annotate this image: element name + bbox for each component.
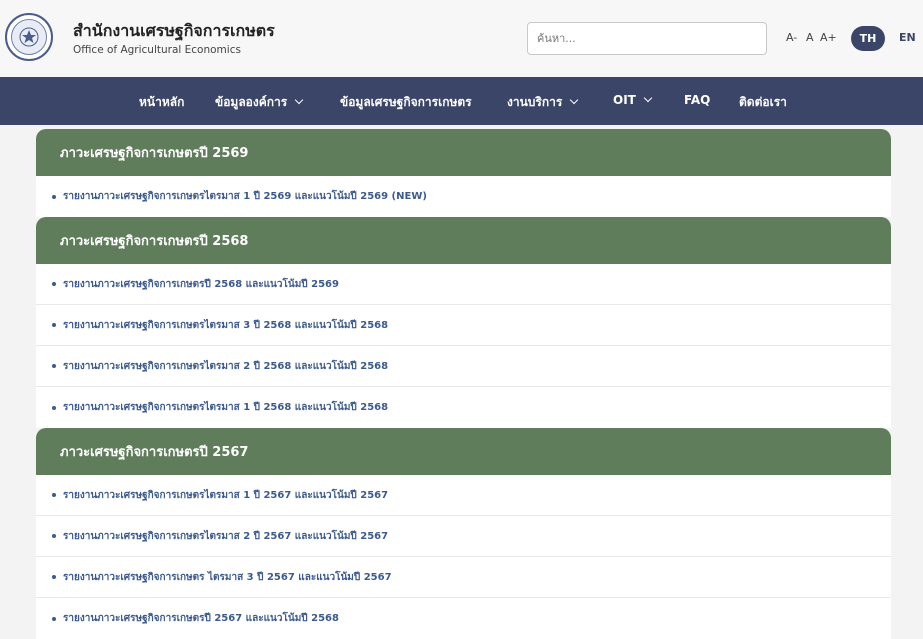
bullet-icon [52, 493, 56, 497]
main-nav: หน้าหลัก ข้อมูลองค์การ ข้อมูลเศรษฐกิจการ… [0, 77, 923, 125]
nav-item-faq[interactable]: FAQ [684, 93, 710, 107]
nav-item-services[interactable]: งานบริการ [507, 93, 579, 112]
section-list: รายงานภาวะเศรษฐกิจการเกษตรปี 2568 และแนว… [36, 264, 891, 428]
chevron-down-icon [643, 93, 653, 103]
report-link[interactable]: รายงานภาวะเศรษฐกิจการเกษตรไตรมาส 2 ปี 25… [36, 346, 891, 387]
bullet-icon [52, 323, 56, 327]
report-link-text: รายงานภาวะเศรษฐกิจการเกษตรไตรมาส 3 ปี 25… [63, 319, 389, 331]
report-link[interactable]: รายงานภาวะเศรษฐกิจการเกษตรไตรมาส 1 ปี 25… [36, 387, 891, 428]
report-link[interactable]: รายงานภาวะเศรษฐกิจการเกษตรปี 2568 และแนว… [36, 264, 891, 305]
nav-item-agri-economics-data[interactable]: ข้อมูลเศรษฐกิจการเกษตร [340, 93, 472, 112]
report-link-text: รายงานภาวะเศรษฐกิจการเกษตร ไตรมาส 3 ปี 2… [63, 571, 392, 583]
nav-item-oit[interactable]: OIT [613, 93, 653, 107]
font-increase-button[interactable]: A+ [820, 31, 837, 44]
nav-item-label: หน้าหลัก [139, 95, 185, 109]
search-box[interactable] [527, 22, 767, 55]
section-title[interactable]: ภาวะเศรษฐกิจการเกษตรปี 2567 [36, 428, 891, 475]
oae-seal-icon[interactable] [5, 13, 53, 61]
nav-item-home[interactable]: หน้าหลัก [139, 93, 184, 112]
site-header: สำนักงานเศรษฐกิจการเกษตร Office of Agric… [0, 0, 923, 77]
report-link-text: รายงานภาวะเศรษฐกิจการเกษตรไตรมาส 1 ปี 25… [63, 191, 427, 202]
section-title[interactable]: ภาวะเศรษฐกิจการเกษตรปี 2569 [36, 129, 891, 176]
section-2568: ภาวะเศรษฐกิจการเกษตรปี 2568 รายงานภาวะเศ… [36, 217, 891, 428]
report-link[interactable]: รายงานภาวะเศรษฐกิจการเกษตรปี 2567 และแนว… [36, 598, 891, 639]
report-link-text: รายงานภาวะเศรษฐกิจการเกษตรปี 2568 และแนว… [63, 278, 339, 290]
section-2569: ภาวะเศรษฐกิจการเกษตรปี 2569 รายงานภาวะเศ… [36, 129, 891, 217]
lang-en-button[interactable]: EN [899, 31, 916, 44]
bullet-icon [52, 616, 56, 621]
seal-emblem-icon [19, 27, 39, 47]
section-list: รายงานภาวะเศรษฐกิจการเกษตรไตรมาส 1 ปี 25… [36, 475, 891, 639]
nav-item-label: ติดต่อเรา [739, 95, 787, 109]
nav-item-label: ข้อมูลองค์การ [215, 95, 288, 109]
report-link-text: รายงานภาวะเศรษฐกิจการเกษตรไตรมาส 2 ปี 25… [63, 360, 389, 372]
report-link-text: รายงานภาวะเศรษฐกิจการเกษตรไตรมาส 1 ปี 25… [63, 489, 389, 501]
chevron-down-icon [570, 95, 579, 105]
nav-item-organization[interactable]: ข้อมูลองค์การ [215, 93, 304, 112]
org-name-english[interactable]: Office of Agricultural Economics [73, 44, 241, 56]
nav-item-label: FAQ [684, 93, 711, 107]
nav-item-label: OIT [613, 93, 636, 107]
report-link[interactable]: รายงานภาวะเศรษฐกิจการเกษตรไตรมาส 1 ปี 25… [36, 475, 891, 516]
section-title[interactable]: ภาวะเศรษฐกิจการเกษตรปี 2568 [36, 217, 891, 264]
bullet-icon [52, 194, 56, 199]
search-input[interactable] [537, 32, 757, 45]
bullet-icon [52, 282, 56, 286]
bullet-icon [52, 364, 56, 368]
nav-item-label: งานบริการ [507, 95, 563, 109]
report-link-text: รายงานภาวะเศรษฐกิจการเกษตรไตรมาส 2 ปี 25… [63, 530, 389, 542]
bullet-icon [52, 534, 56, 538]
section-list: รายงานภาวะเศรษฐกิจการเกษตรไตรมาส 1 ปี 25… [36, 176, 891, 217]
report-link[interactable]: รายงานภาวะเศรษฐกิจการเกษตรไตรมาส 2 ปี 25… [36, 516, 891, 557]
report-link[interactable]: รายงานภาวะเศรษฐกิจการเกษตร ไตรมาส 3 ปี 2… [36, 557, 891, 598]
report-link[interactable]: รายงานภาวะเศรษฐกิจการเกษตรไตรมาส 3 ปี 25… [36, 305, 891, 346]
font-decrease-button[interactable]: A- [786, 31, 797, 44]
lang-th-button[interactable]: TH [851, 26, 885, 51]
report-link[interactable]: รายงานภาวะเศรษฐกิจการเกษตรไตรมาส 1 ปี 25… [36, 176, 891, 217]
nav-item-label: ข้อมูลเศรษฐกิจการเกษตร [340, 95, 472, 109]
font-normal-button[interactable]: A [806, 31, 814, 44]
bullet-icon [52, 575, 56, 579]
seal-inner [11, 19, 47, 55]
section-2567: ภาวะเศรษฐกิจการเกษตรปี 2567 รายงานภาวะเศ… [36, 428, 891, 639]
nav-item-contact[interactable]: ติดต่อเรา [739, 93, 787, 112]
chevron-down-icon [294, 95, 304, 105]
org-name-thai[interactable]: สำนักงานเศรษฐกิจการเกษตร [73, 19, 275, 44]
bullet-icon [52, 405, 56, 410]
report-link-text: รายงานภาวะเศรษฐกิจการเกษตรปี 2567 และแนว… [63, 613, 339, 624]
report-link-text: รายงานภาวะเศรษฐกิจการเกษตรไตรมาส 1 ปี 25… [63, 402, 389, 413]
